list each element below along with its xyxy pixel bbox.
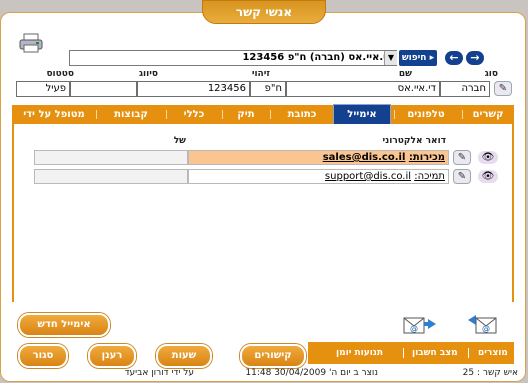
tab-email[interactable]: אימייל [333,104,391,125]
new-email-button[interactable]: אימייל חדש [18,313,110,337]
dropdown-arrow-icon[interactable]: ▼ [384,51,397,65]
field-id-type[interactable]: ח"פ [250,81,286,97]
view-email-button[interactable]: 👁 [478,170,498,183]
label-id: זיהוי [251,69,270,79]
tab-divider [394,110,395,119]
receive-email-icon[interactable]: @ [402,312,436,334]
arrow-right-icon: → [470,51,480,64]
email-address-cell[interactable]: מכירות: sales@dis.co.il [188,150,449,165]
field-name[interactable]: די.איי.אס [286,81,440,97]
products-link[interactable]: מוצרים [478,342,508,364]
send-email-icon[interactable]: @ [466,312,497,334]
back-arrow-button[interactable]: ← [445,51,463,65]
bottom-links-bar: מוצרים מצב חשבון תנועות יומן [308,342,514,364]
forward-arrow-button[interactable]: → [466,51,484,65]
tab-address[interactable]: כתובת [274,105,330,124]
links-button[interactable]: קישורים [240,344,306,368]
view-email-button[interactable]: 👁 [478,151,498,164]
hours-button[interactable]: שעות [156,344,212,368]
label-status: סטטוס [46,69,74,79]
field-type[interactable]: חברה [440,81,490,97]
printer-icon[interactable] [18,33,44,53]
field-status[interactable]: פעיל [16,81,70,97]
label-type: סוג [484,69,498,79]
arrow-left-icon: ← [449,51,459,64]
edit-contact-button[interactable]: ✎ [494,81,512,96]
tab-groups[interactable]: קבוצות [100,105,162,124]
email-address-cell[interactable]: תמיכה: support@dis.co.il [188,169,449,184]
pencil-icon: ✎ [498,83,508,94]
created-date: נוצר ב יום ה' 30/04/2009 11:48 [245,368,378,378]
label-category: סיווג [139,69,158,79]
column-header-owner: של [173,136,186,146]
tab-phones[interactable]: טלפונים [396,105,456,124]
search-icon: ▸ [429,53,435,63]
eye-icon: 👁 [481,152,495,163]
eye-icon: 👁 [481,171,495,182]
tab-divider [96,110,97,119]
edit-email-button[interactable]: ✎ [453,150,471,165]
tab-divider [222,110,223,119]
contact-number: איש קשר : 25 [462,368,518,378]
tab-handled-by[interactable]: מטופל על ידי [14,105,94,124]
link-divider [403,348,404,358]
email-owner-cell[interactable] [34,169,188,184]
journal-link[interactable]: תנועות יומן [336,342,383,364]
email-address: support@dis.co.il [324,171,412,182]
pencil-icon: ✎ [457,171,467,182]
tab-divider [462,110,463,119]
account-status-link[interactable]: מצב חשבון [412,342,458,364]
tab-file[interactable]: תיק [226,105,266,124]
column-header-email: דואר אלקטרוני [382,136,446,146]
email-prefix: מכירות: [408,152,445,163]
tab-divider [270,110,271,119]
refresh-button[interactable]: רענן [88,344,136,368]
svg-text:@: @ [482,324,490,333]
field-id-number[interactable]: 123456 [137,81,250,97]
created-by: על ידי דורון אביעד [124,368,194,378]
pencil-icon: ✎ [457,152,467,163]
tab-general[interactable]: כללי [172,105,216,124]
tab-divider [166,110,167,119]
label-name: שם [398,69,412,79]
field-category[interactable] [70,81,137,97]
close-button[interactable]: סגור [18,344,68,368]
svg-text:@: @ [410,324,418,333]
search-button[interactable]: חיפוש ▸ [399,50,437,66]
tab-bar: קשרים טלפונים אימייל כתובת תיק כללי קבוצ… [12,104,514,125]
contact-selector[interactable]: די.איי.אס (חברה) ח"פ 123456 [69,50,397,66]
email-owner-cell[interactable] [34,150,188,165]
window-title: אנשי קשר [202,0,326,24]
edit-email-button[interactable]: ✎ [453,169,471,184]
tab-links[interactable]: קשרים [462,105,514,124]
link-divider [468,348,469,358]
email-prefix: תמיכה: [414,171,445,182]
email-address: sales@dis.co.il [322,152,406,163]
